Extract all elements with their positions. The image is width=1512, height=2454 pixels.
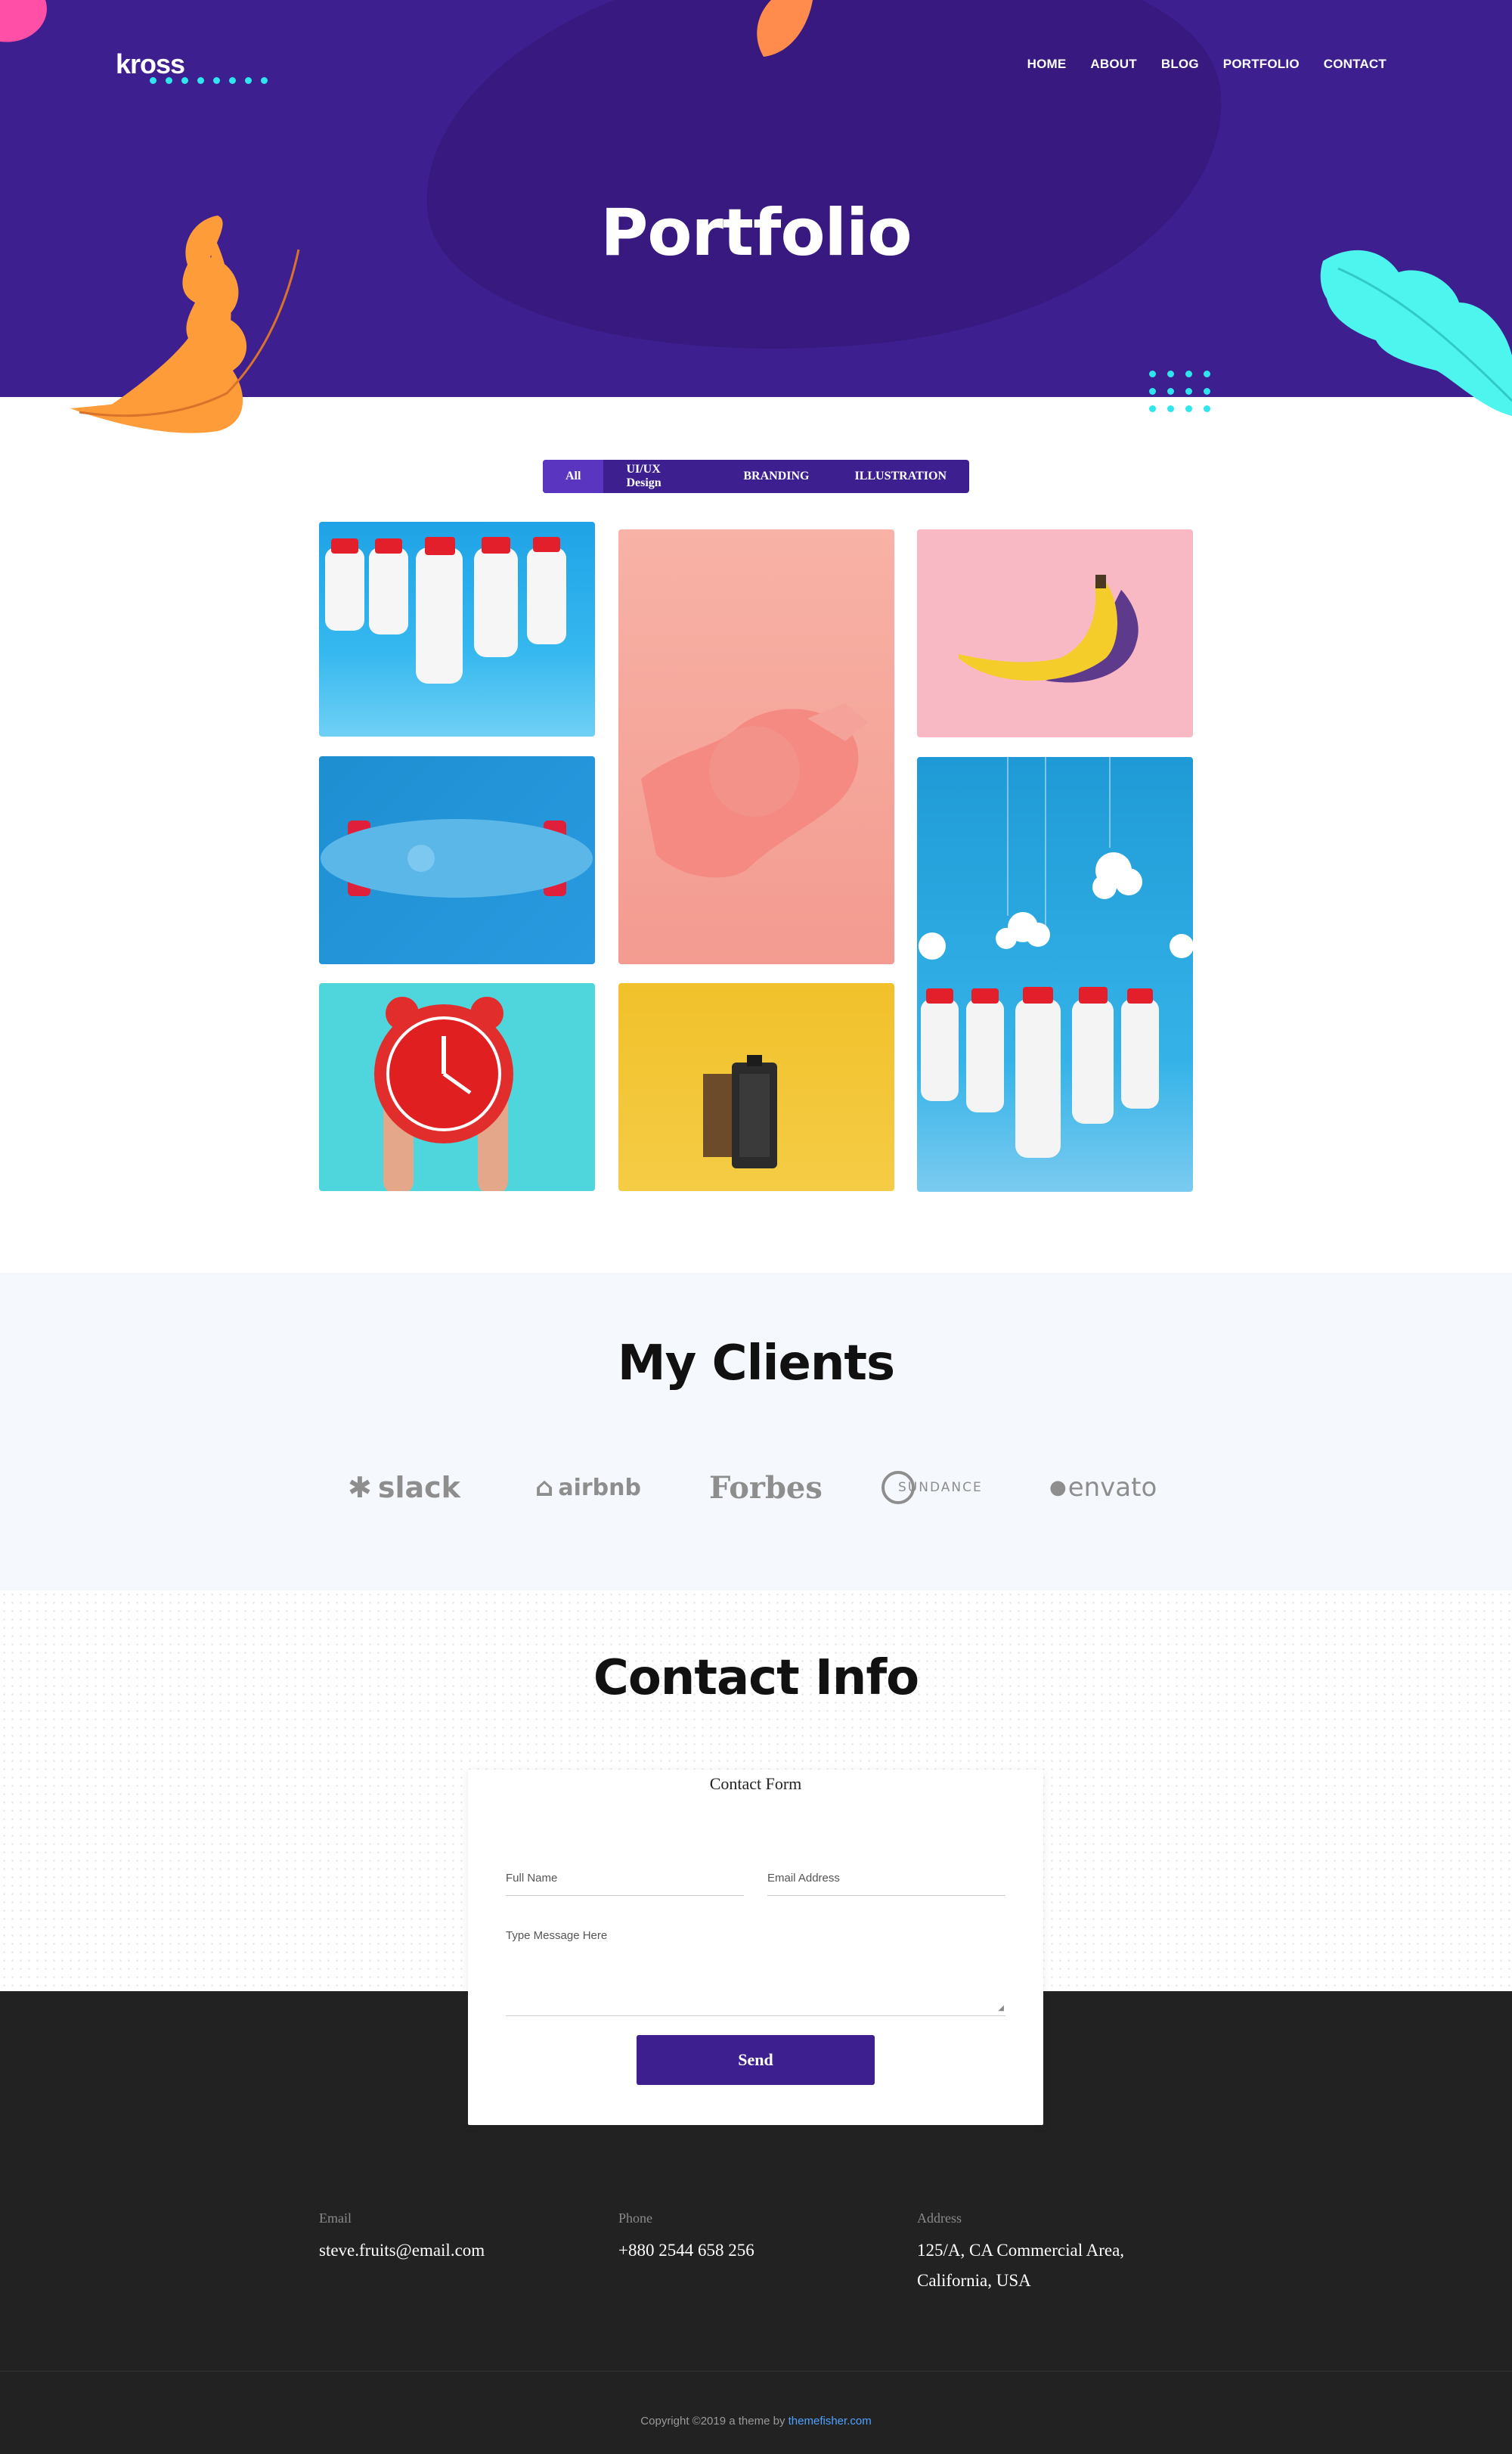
client-logo-forbes[interactable]: Forbes — [709, 1469, 823, 1506]
filter-tab-all[interactable]: All — [543, 460, 604, 493]
filter-tab-branding[interactable]: BRANDING — [720, 460, 832, 493]
airbnb-icon: ⌂ — [535, 1472, 554, 1503]
client-logo-envato[interactable]: ● envato — [1049, 1469, 1157, 1506]
nav-contact[interactable]: CONTACT — [1324, 57, 1387, 72]
phone-value[interactable]: +880 2544 658 256 — [618, 2235, 754, 2266]
main-nav: HOME ABOUT BLOG PORTFOLIO CONTACT — [1027, 57, 1387, 72]
logo-dots-decoration — [150, 77, 268, 84]
page-title: Portfolio — [600, 195, 912, 271]
client-name-envato: envato — [1067, 1472, 1157, 1503]
address-label: Address — [917, 2210, 962, 2226]
site-logo[interactable]: kross — [116, 48, 185, 80]
client-logo-airbnb[interactable]: ⌂ airbnb — [535, 1469, 641, 1506]
themefisher-link[interactable]: themefisher.com — [789, 2415, 872, 2428]
email-address-input[interactable]: Email Address — [767, 1872, 1005, 1896]
portfolio-filter: All UI/UX Design BRANDING ILLUSTRATION — [543, 460, 969, 493]
portfolio-item-film-roll[interactable] — [618, 983, 894, 1191]
message-textarea[interactable]: Type Message Here ◢ — [506, 1929, 1005, 2016]
nav-about[interactable]: ABOUT — [1090, 57, 1136, 72]
filter-tab-uiux[interactable]: UI/UX Design — [603, 460, 720, 493]
full-name-input[interactable]: Full Name — [506, 1872, 744, 1896]
client-logo-slack[interactable]: ✱ slack — [348, 1469, 460, 1506]
phone-label: Phone — [618, 2210, 652, 2226]
page: kross HOME ABOUT BLOG PORTFOLIO CONTACT … — [0, 0, 1512, 2454]
milk-bottles-image — [325, 537, 566, 684]
nav-home[interactable]: HOME — [1027, 57, 1067, 72]
footer-divider — [0, 2371, 1512, 2372]
resize-handle-icon[interactable]: ◢ — [998, 2004, 1004, 2012]
slack-icon: ✱ — [348, 1471, 372, 1504]
address-line-1: 125/A, CA Commercial Area, — [917, 2241, 1125, 2260]
copyright-text: Copyright ©2019 a theme by — [640, 2415, 785, 2428]
film-roll-image — [703, 1055, 777, 1168]
contact-title: Contact Info — [593, 1650, 919, 1706]
client-name-sundance: SUNDANCE — [898, 1480, 983, 1495]
portfolio-item-pink-glove[interactable] — [618, 529, 894, 964]
copyright: Copyright ©2019 a theme by themefisher.c… — [0, 2415, 1512, 2428]
alarm-clock-image — [374, 997, 513, 1191]
client-name-slack: slack — [377, 1471, 460, 1504]
address-value: 125/A, CA Commercial Area, California, U… — [917, 2235, 1124, 2296]
envato-icon: ● — [1049, 1476, 1067, 1499]
grid-dots-decoration — [1149, 371, 1211, 412]
portfolio-item-bottles-clouds[interactable] — [917, 757, 1193, 1192]
bottles-clouds-image — [919, 757, 1193, 1158]
portfolio-item-milk-bottles[interactable] — [319, 522, 595, 737]
address-line-2: California, USA — [917, 2271, 1031, 2290]
filter-tab-illustration[interactable]: ILLUSTRATION — [832, 460, 969, 493]
portfolio-item-alarm-clock[interactable] — [319, 983, 595, 1191]
client-logo-sundance[interactable]: SUNDANCE — [881, 1469, 983, 1506]
portfolio-item-skateboard[interactable] — [319, 756, 595, 964]
nav-portfolio[interactable]: PORTFOLIO — [1223, 57, 1300, 72]
client-name-airbnb: airbnb — [558, 1474, 641, 1501]
email-label: Email — [319, 2210, 352, 2226]
message-placeholder: Type Message Here — [506, 1929, 608, 1942]
send-button[interactable]: Send — [637, 2035, 875, 2085]
banana-image — [959, 575, 1139, 683]
portfolio-item-banana[interactable] — [917, 529, 1193, 737]
pink-glove-image — [641, 703, 868, 878]
email-value[interactable]: steve.fruits@email.com — [319, 2235, 485, 2266]
skateboard-image — [321, 819, 593, 898]
contact-form-title: Contact Form — [709, 1774, 802, 1793]
nav-blog[interactable]: BLOG — [1161, 57, 1199, 72]
